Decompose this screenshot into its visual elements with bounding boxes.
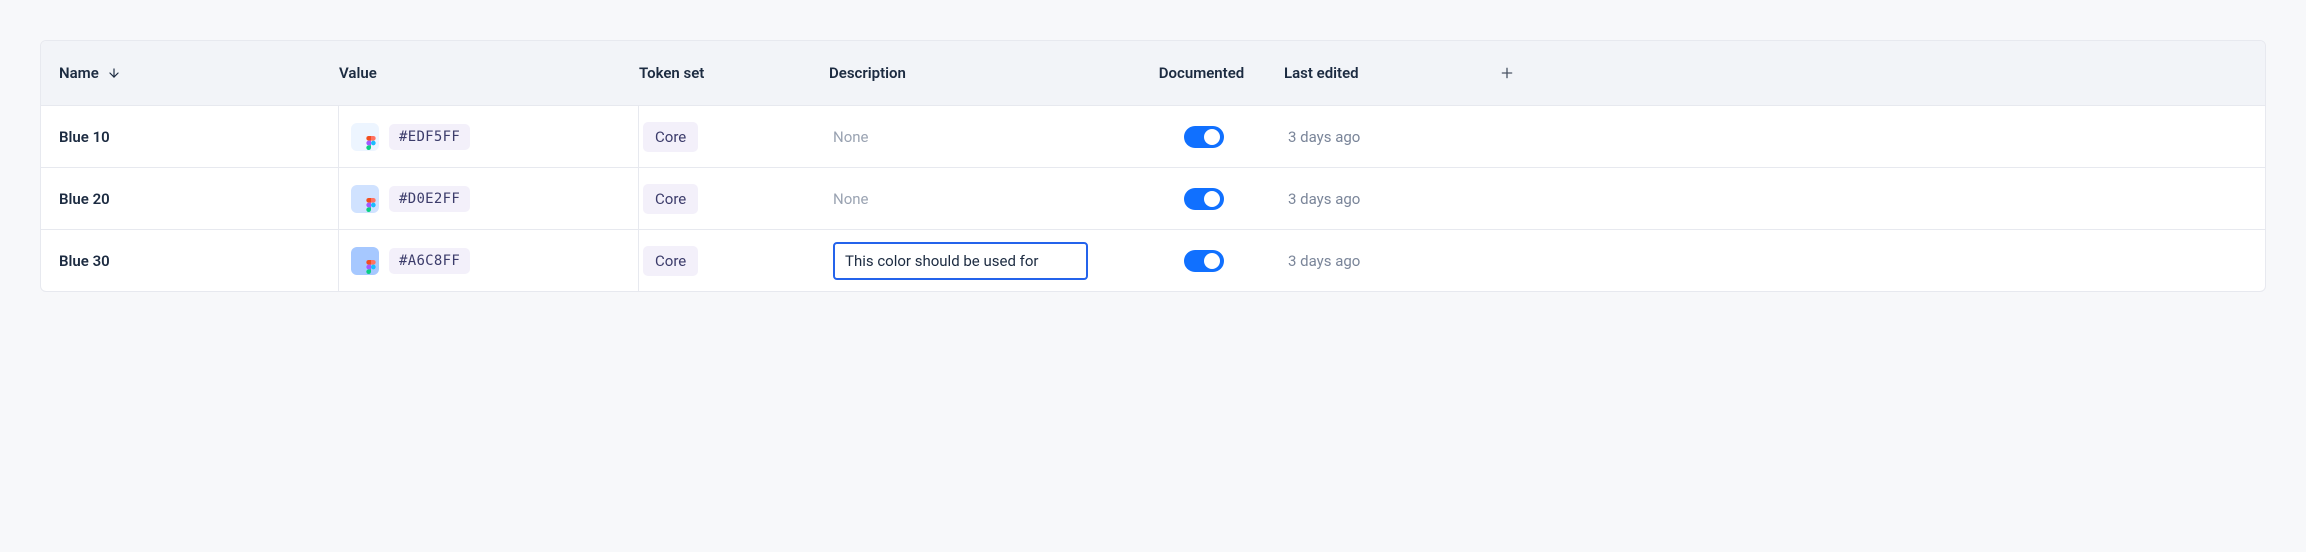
column-label: Name — [59, 64, 99, 82]
documented-cell — [1119, 188, 1284, 210]
column-header-actions — [1459, 61, 1519, 85]
sort-descending-icon — [107, 66, 121, 80]
column-header-last-edited[interactable]: Last edited — [1284, 64, 1459, 82]
last-edited-text: 3 days ago — [1288, 128, 1360, 146]
toggle-knob — [1204, 191, 1220, 207]
column-label: Documented — [1159, 64, 1245, 82]
plus-icon — [1499, 65, 1515, 81]
token-set-cell: Core — [639, 184, 829, 214]
column-label: Token set — [639, 64, 704, 82]
token-name[interactable]: Blue 30 — [59, 230, 339, 291]
token-set-badge[interactable]: Core — [643, 184, 698, 214]
table-row: Blue 10 #EDF5FF Core None 3 days ago — [41, 105, 2265, 167]
last-edited-cell: 3 days ago — [1284, 128, 1459, 146]
color-swatch — [351, 247, 379, 275]
hex-value: #EDF5FF — [389, 124, 470, 150]
last-edited-text: 3 days ago — [1288, 190, 1360, 208]
add-column-button[interactable] — [1495, 61, 1519, 85]
description-text[interactable]: None — [833, 128, 869, 146]
documented-toggle[interactable] — [1184, 250, 1224, 272]
token-value-cell[interactable]: #A6C8FF — [339, 230, 639, 291]
hex-value: #A6C8FF — [389, 248, 470, 274]
token-set-cell: Core — [639, 122, 829, 152]
last-edited-cell: 3 days ago — [1284, 252, 1459, 270]
documented-cell — [1119, 250, 1284, 272]
color-swatch — [351, 185, 379, 213]
documented-toggle[interactable] — [1184, 188, 1224, 210]
figma-icon — [365, 260, 377, 274]
table-row: Blue 30 #A6C8FF Core 3 days ago — [41, 229, 2265, 291]
table-body: Blue 10 #EDF5FF Core None 3 days ago Blue 20 #… — [41, 105, 2265, 291]
figma-icon — [365, 136, 377, 150]
token-name[interactable]: Blue 10 — [59, 106, 339, 167]
token-value-cell[interactable]: #EDF5FF — [339, 106, 639, 167]
color-swatch — [351, 123, 379, 151]
description-input[interactable] — [833, 242, 1088, 280]
column-label: Value — [339, 64, 377, 82]
column-label: Last edited — [1284, 64, 1359, 82]
column-header-token-set[interactable]: Token set — [639, 64, 829, 82]
toggle-knob — [1204, 129, 1220, 145]
toggle-knob — [1204, 253, 1220, 269]
column-header-description[interactable]: Description — [829, 64, 1119, 82]
column-header-name[interactable]: Name — [59, 64, 339, 82]
tokens-table: Name Value Token set Description Documen… — [40, 40, 2266, 292]
column-header-value[interactable]: Value — [339, 64, 639, 82]
token-set-badge[interactable]: Core — [643, 246, 698, 276]
table-row: Blue 20 #D0E2FF Core None 3 days ago — [41, 167, 2265, 229]
table-header: Name Value Token set Description Documen… — [41, 41, 2265, 105]
last-edited-text: 3 days ago — [1288, 252, 1360, 270]
column-label: Description — [829, 64, 906, 82]
figma-icon — [365, 198, 377, 212]
token-value-cell[interactable]: #D0E2FF — [339, 168, 639, 229]
description-cell: None — [829, 190, 1119, 208]
token-set-badge[interactable]: Core — [643, 122, 698, 152]
last-edited-cell: 3 days ago — [1284, 190, 1459, 208]
token-set-cell: Core — [639, 246, 829, 276]
hex-value: #D0E2FF — [389, 186, 470, 212]
column-header-documented[interactable]: Documented — [1119, 64, 1284, 82]
description-cell: None — [829, 128, 1119, 146]
description-text[interactable]: None — [833, 190, 869, 208]
description-cell — [829, 242, 1119, 280]
documented-toggle[interactable] — [1184, 126, 1224, 148]
documented-cell — [1119, 126, 1284, 148]
token-name[interactable]: Blue 20 — [59, 168, 339, 229]
